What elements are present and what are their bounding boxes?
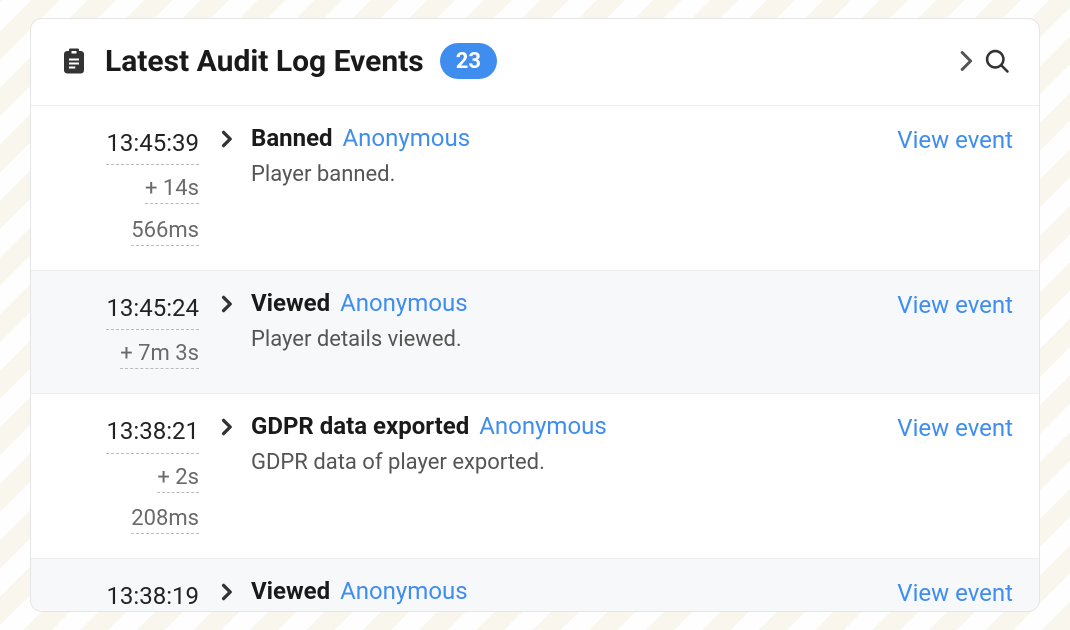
event-action-col: View event [843,412,1013,536]
event-time: 13:38:19 [106,577,199,611]
event-title: GDPR data exported [251,412,469,440]
event-body: GDPR data exported Anonymous GDPR data o… [251,412,843,536]
view-event-link[interactable]: View event [897,579,1013,607]
search-icon[interactable] [983,47,1011,75]
view-event-link[interactable]: View event [897,291,1013,319]
event-time-relative-extra: 566ms [31,213,199,248]
event-title: Banned [251,124,333,152]
event-description: Player banned. [251,162,843,187]
event-user-link[interactable]: Anonymous [343,124,471,152]
view-event-link[interactable]: View event [897,126,1013,154]
event-time-relative-extra: 208ms [31,501,199,536]
event-user-link[interactable]: Anonymous [340,577,468,605]
audit-log-card: Latest Audit Log Events 23 13:45:39 + 14… [30,18,1040,612]
event-row: 13:38:21 + 2s 208ms GDPR data exported A… [31,394,1039,559]
event-action-col: View event [843,124,1013,248]
card-header: Latest Audit Log Events 23 [31,19,1039,105]
expand-toggle[interactable] [221,577,251,611]
event-description: Player details viewed. [251,327,843,352]
event-action-col: View event [843,289,1013,372]
event-user-link[interactable]: Anonymous [340,289,468,317]
chevron-right-icon [221,581,235,603]
event-time-col: 13:38:21 + 2s 208ms [31,412,221,536]
event-user-link[interactable]: Anonymous [479,412,607,440]
event-title: Viewed [251,577,330,605]
event-time-relative: + 2s [31,460,199,495]
chevron-right-icon [221,416,235,438]
event-row: 13:38:19 + 27m 16s Viewed Anonymous Play… [31,559,1039,611]
event-row: 13:45:24 + 7m 3s Viewed Anonymous Player… [31,271,1039,395]
chevron-right-icon[interactable] [959,49,975,73]
event-time-relative: + 7m 3s [31,336,199,371]
event-body: Banned Anonymous Player banned. [251,124,843,248]
event-time: 13:38:21 [106,412,199,453]
expand-toggle[interactable] [221,124,251,248]
chevron-right-icon [221,293,235,315]
event-time-col: 13:38:19 + 27m 16s [31,577,221,611]
expand-toggle[interactable] [221,412,251,536]
expand-toggle[interactable] [221,289,251,372]
event-time-relative: + 14s [31,171,199,206]
event-time: 13:45:24 [106,289,199,330]
clipboard-icon [59,44,89,78]
card-title: Latest Audit Log Events [105,44,424,79]
event-description: GDPR data of player exported. [251,450,843,475]
event-row: 13:45:39 + 14s 566ms Banned Anonymous Pl… [31,106,1039,271]
event-title: Viewed [251,289,330,317]
chevron-right-icon [221,128,235,150]
event-list: 13:45:39 + 14s 566ms Banned Anonymous Pl… [31,105,1039,611]
event-body: Viewed Anonymous Player details viewed. [251,577,843,611]
event-action-col: View event [843,577,1013,611]
event-time-col: 13:45:24 + 7m 3s [31,289,221,372]
event-time: 13:45:39 [106,124,199,165]
event-count-badge: 23 [440,43,497,79]
event-time-col: 13:45:39 + 14s 566ms [31,124,221,248]
view-event-link[interactable]: View event [897,414,1013,442]
event-body: Viewed Anonymous Player details viewed. [251,289,843,372]
